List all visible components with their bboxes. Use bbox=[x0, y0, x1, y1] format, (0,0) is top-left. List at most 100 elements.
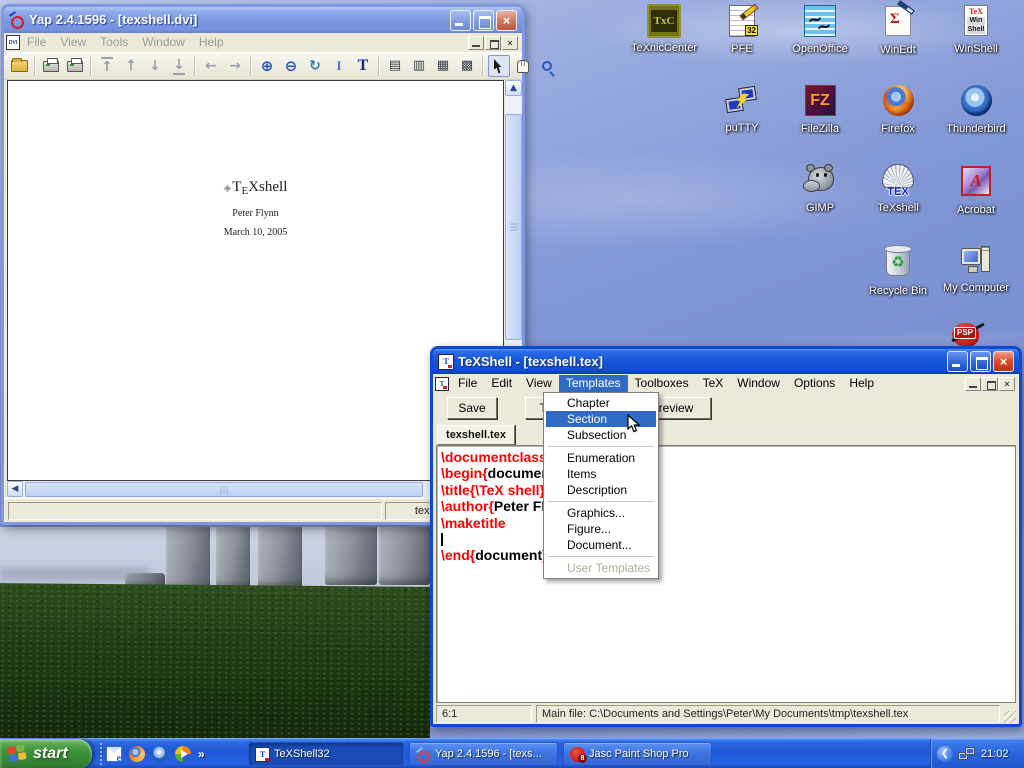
desktop-icon-putty[interactable]: puTTY bbox=[704, 84, 780, 136]
texshell-menu-window[interactable]: Window bbox=[730, 375, 787, 392]
media-player-icon[interactable] bbox=[175, 746, 191, 762]
taskbar-clock[interactable]: 21:02 bbox=[981, 748, 1009, 760]
pan-icon[interactable] bbox=[512, 55, 534, 77]
menu-item-figure[interactable]: Figure... bbox=[546, 521, 656, 537]
minimize-button[interactable] bbox=[450, 10, 471, 31]
desktop-icon-label: My Computer bbox=[943, 282, 1009, 294]
menu-item-description[interactable]: Description bbox=[546, 482, 656, 498]
print-icon[interactable] bbox=[40, 55, 62, 77]
continuous-facing-icon[interactable]: ▩ bbox=[456, 55, 478, 77]
desktop-icon-filezilla[interactable]: FZFileZilla bbox=[782, 84, 858, 137]
open-icon[interactable] bbox=[8, 55, 30, 77]
latex-source-editor[interactable]: \documentclass{\begin{document}\title{\T… bbox=[436, 445, 1016, 703]
texshell-menu-toolboxes[interactable]: Toolboxes bbox=[628, 375, 696, 392]
save-button[interactable]: Save bbox=[447, 397, 497, 419]
yap-menu-tools[interactable]: Tools bbox=[93, 34, 135, 51]
firefox-quicklaunch-icon[interactable] bbox=[129, 746, 145, 762]
vertical-scroll-thumb[interactable] bbox=[505, 114, 522, 340]
minimize-button[interactable] bbox=[947, 351, 968, 372]
desktop-icon-label: Thunderbird bbox=[946, 123, 1005, 135]
yap-menu-window[interactable]: Window bbox=[135, 34, 192, 51]
menu-item-chapter[interactable]: Chapter bbox=[546, 395, 656, 411]
texshell-menu-file[interactable]: File bbox=[451, 375, 484, 392]
hide-tray-icons-chevron[interactable]: ❮ bbox=[937, 746, 953, 762]
grass-field bbox=[0, 583, 430, 738]
desktop-icon-thunderbird[interactable]: Thunderbird bbox=[938, 84, 1014, 137]
desktop-icon-texshell[interactable]: TEXTeXshell bbox=[860, 164, 936, 216]
texshell-menu-view[interactable]: View bbox=[519, 375, 559, 392]
previous-page-icon[interactable]: ↑ bbox=[120, 55, 142, 77]
select-icon[interactable] bbox=[488, 55, 510, 77]
menu-separator bbox=[548, 446, 654, 447]
start-button[interactable]: start bbox=[0, 739, 92, 768]
windows-flag-icon bbox=[7, 744, 29, 764]
winshell-icon: TeXWinShell bbox=[964, 5, 988, 36]
task-button-yap[interactable]: Yap 2.4.1596 - [texs... bbox=[409, 742, 558, 766]
yap-menu-view[interactable]: View bbox=[53, 34, 93, 51]
desktop-icon-winedt[interactable]: ΣWinEdt bbox=[860, 4, 936, 58]
yap-menu-file[interactable]: File bbox=[20, 34, 53, 51]
maximize-button[interactable] bbox=[473, 10, 494, 31]
magnifier-icon[interactable] bbox=[536, 55, 558, 77]
texshell-menu-help[interactable]: Help bbox=[842, 375, 881, 392]
desktop-icon-winshell[interactable]: TeXWinShellWinShell bbox=[938, 4, 1014, 57]
desktop-icon-pfe[interactable]: 32PFE bbox=[704, 4, 780, 57]
horizontal-scroll-thumb[interactable] bbox=[25, 482, 423, 497]
texshell-titlebar[interactable]: T TeXShell - [texshell.tex] × bbox=[433, 349, 1019, 374]
scroll-left-button[interactable]: ◀ bbox=[7, 481, 23, 497]
back-icon[interactable]: ← bbox=[200, 55, 222, 77]
yap-titlebar[interactable]: Yap 2.4.1596 - [texshell.dvi] × bbox=[4, 7, 522, 33]
next-page-icon[interactable]: ↓ bbox=[144, 55, 166, 77]
desktop-icon-recycle-bin[interactable]: ♻Recycle Bin bbox=[860, 244, 936, 299]
editor-tabstrip: texshell.tex bbox=[433, 423, 1019, 445]
task-button-psp[interactable]: 8Jasc Paint Shop Pro bbox=[563, 742, 712, 766]
thunderbird-quicklaunch-icon[interactable] bbox=[152, 746, 168, 762]
zoom-in-icon[interactable]: ⊕ bbox=[256, 55, 278, 77]
first-page-icon[interactable]: ↑ bbox=[96, 55, 118, 77]
mdi-restore-button[interactable] bbox=[982, 377, 998, 391]
desktop-icon-openoffice[interactable]: ∼∼OpenOffice bbox=[782, 4, 858, 57]
texshell-menu-options[interactable]: Options bbox=[787, 375, 842, 392]
mdi-minimize-button[interactable] bbox=[965, 377, 981, 391]
texshell-menu-templates[interactable]: Templates bbox=[559, 375, 628, 392]
refresh-icon[interactable]: ↻ bbox=[304, 55, 326, 77]
menu-item-items[interactable]: Items bbox=[546, 466, 656, 482]
network-tray-icon[interactable] bbox=[958, 746, 976, 762]
texshell-toolbar: SaveTeXPreview bbox=[433, 393, 1019, 423]
desktop-icon-my-computer[interactable]: My Computer bbox=[938, 244, 1014, 296]
close-button[interactable]: × bbox=[496, 10, 517, 31]
close-button[interactable]: × bbox=[993, 351, 1014, 372]
print-setup-icon[interactable] bbox=[64, 55, 86, 77]
two-pages-icon[interactable]: ▥ bbox=[408, 55, 430, 77]
yap-menu-help[interactable]: Help bbox=[192, 34, 231, 51]
resize-grip[interactable] bbox=[1004, 711, 1016, 723]
text-icon[interactable]: T bbox=[352, 55, 374, 77]
scroll-up-button[interactable]: ▲ bbox=[505, 80, 522, 96]
mdi-minimize-button[interactable] bbox=[468, 36, 484, 50]
texshell-menu-tex[interactable]: TeX bbox=[696, 375, 731, 392]
menu-item-enumeration[interactable]: Enumeration bbox=[546, 450, 656, 466]
start-button-label: start bbox=[33, 745, 68, 763]
mdi-restore-button[interactable] bbox=[485, 36, 501, 50]
task-button-texshell[interactable]: TTeXShell32 bbox=[248, 742, 404, 766]
menu-item-graphics[interactable]: Graphics... bbox=[546, 505, 656, 521]
desktop-icon-firefox[interactable]: Firefox bbox=[860, 84, 936, 137]
last-page-icon[interactable]: ↓ bbox=[168, 55, 190, 77]
texshell-menu-edit[interactable]: Edit bbox=[484, 375, 519, 392]
desktop-icon-gimp[interactable]: GIMP bbox=[782, 164, 858, 216]
single-page-icon[interactable]: ▤ bbox=[384, 55, 406, 77]
forward-icon[interactable]: → bbox=[224, 55, 246, 77]
main-file-panel: Main file: C:\Documents and Settings\Pet… bbox=[536, 705, 1000, 723]
tab-texshell-tex[interactable]: texshell.tex bbox=[437, 425, 515, 445]
desktop-icon-acrobat[interactable]: AAcrobat bbox=[938, 164, 1014, 218]
outlook-express-icon[interactable] bbox=[106, 746, 122, 762]
quicklaunch-overflow-chevron[interactable]: » bbox=[198, 746, 210, 762]
desktop-icon-texniccenter[interactable]: TxCTeXnicCenter bbox=[626, 4, 702, 56]
caret-icon[interactable]: I bbox=[328, 55, 350, 77]
maximize-button[interactable] bbox=[970, 351, 991, 372]
menu-item-document[interactable]: Document... bbox=[546, 537, 656, 553]
continuous-icon[interactable]: ▦ bbox=[432, 55, 454, 77]
mdi-close-button[interactable]: × bbox=[999, 377, 1015, 391]
zoom-out-icon[interactable]: ⊖ bbox=[280, 55, 302, 77]
mdi-close-button[interactable]: × bbox=[502, 36, 518, 50]
